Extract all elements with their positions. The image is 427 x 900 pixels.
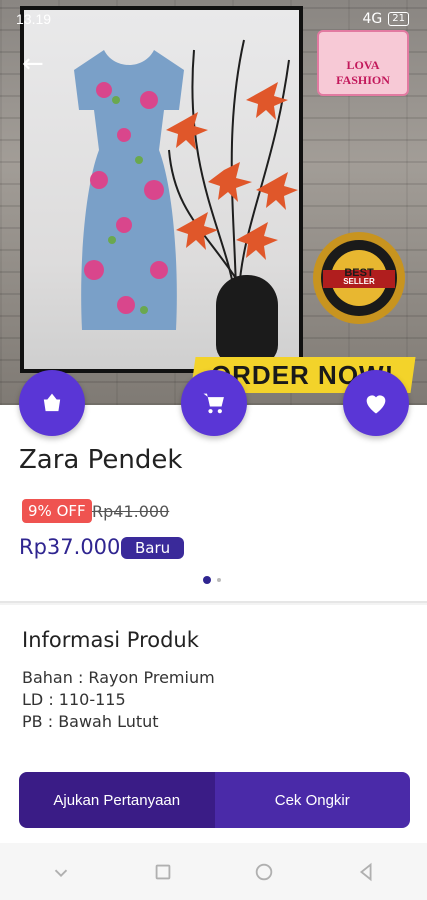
image-pager[interactable] (203, 576, 221, 584)
cart-icon (203, 393, 224, 414)
dress-photo (24, 10, 299, 369)
vase (216, 275, 278, 365)
photo-frame (20, 6, 303, 373)
product-image[interactable]: 13.19 4G 21 ← LOVA FASHION BEST SELLER O… (0, 0, 427, 405)
ask-question-button[interactable]: Ajukan Pertanyaan (19, 772, 215, 828)
product-title: Zara Pendek (19, 445, 183, 475)
check-shipping-button[interactable]: Cek Ongkir (214, 772, 410, 828)
network-label: 4G (362, 11, 383, 27)
nav-recents-icon[interactable] (152, 861, 174, 883)
basket-button[interactable] (19, 370, 85, 436)
pager-dot[interactable] (217, 578, 221, 582)
status-icons: 4G 21 (362, 11, 409, 27)
info-line: LD : 110-115 (22, 690, 126, 709)
nav-down-icon[interactable] (50, 861, 72, 883)
dress-illustration (74, 50, 184, 330)
logo-text: LOVA FASHION (336, 58, 390, 87)
action-bar: Ajukan Pertanyaan Cek Ongkir (19, 772, 410, 828)
battery-indicator: 21 (388, 12, 409, 26)
best-seller-badge: BEST SELLER (313, 232, 405, 324)
status-bar: 13.19 4G 21 (16, 10, 409, 28)
cart-button[interactable] (181, 370, 247, 436)
back-arrow-icon[interactable]: ← (22, 51, 48, 78)
info-body: Bahan : Rayon Premium LD : 110-115 PB : … (22, 667, 215, 733)
favorite-button[interactable] (343, 370, 409, 436)
status-time: 13.19 (16, 11, 52, 27)
condition-badge: Baru (121, 537, 185, 559)
info-line: Bahan : Rayon Premium (22, 668, 215, 687)
old-price: Rp41.000 (92, 502, 170, 521)
product-screen: 13.19 4G 21 ← LOVA FASHION BEST SELLER O… (0, 0, 427, 900)
nav-back-icon[interactable] (355, 861, 377, 883)
pager-dot-active[interactable] (203, 576, 211, 584)
info-line: PB : Bawah Lutut (22, 712, 159, 731)
discount-badge: 9% OFF (22, 499, 92, 523)
system-nav-bar (0, 843, 427, 900)
nav-home-icon[interactable] (253, 861, 275, 883)
svg-text:SELLER: SELLER (343, 277, 375, 286)
info-title: Informasi Produk (22, 628, 199, 652)
shop-logo: LOVA FASHION (317, 30, 409, 96)
heart-icon (366, 395, 386, 414)
basket-icon (43, 393, 61, 412)
current-price: Rp37.000 (19, 535, 121, 559)
